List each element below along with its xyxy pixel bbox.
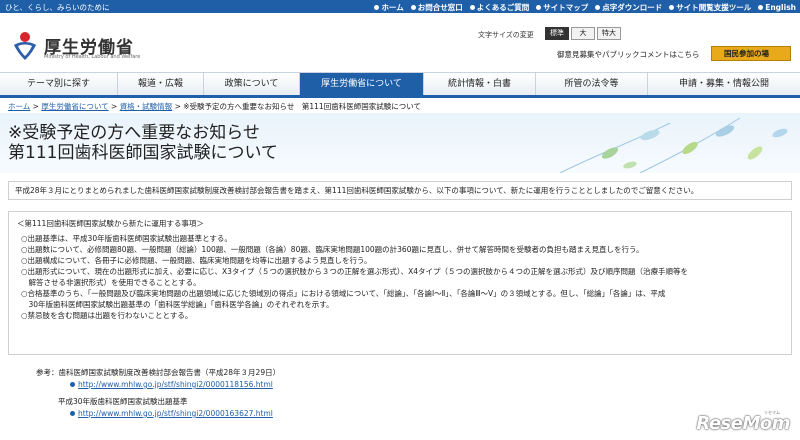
- bullet-icon: [536, 5, 542, 10]
- site-tagline: ひと、くらし、みらいのために: [5, 3, 110, 12]
- list-item: 30年版歯科医師国家試験出題基準の「歯科医学総論」「歯科医学各論」のそれぞれを示…: [21, 300, 334, 309]
- text-size-controls: 標準 大 特大: [545, 27, 621, 40]
- faq-link[interactable]: よくあるご質問: [469, 2, 529, 13]
- link-bullet-icon: [70, 382, 75, 387]
- notice-box-title: ＜第111回歯科医師国家試験から新たに運用する事項＞: [17, 219, 204, 228]
- global-nav: テーマ別に探す 報道・広報 政策について 厚生労働省について 統計情報・白書 所…: [0, 72, 800, 98]
- list-item: ○合格基準のうち、「一般問題及び臨床実地問題の出題領域に応じた領域別の得点」にお…: [21, 289, 666, 298]
- braille-download-link[interactable]: 点字ダウンロード: [595, 2, 662, 13]
- reference-link-1[interactable]: http://www.mhlw.go.jp/stf/shingi2/000011…: [70, 379, 280, 390]
- logo-subtitle: Ministry of Health, Labour and Welfare: [44, 54, 141, 60]
- text-size-label: 文字サイズの変更: [478, 31, 534, 39]
- references: 参考：歯科医師国家試験制度改善検討部会報告書（平成28年３月29日） http:…: [36, 367, 280, 425]
- nav-item-about[interactable]: 厚生労働省について: [300, 73, 424, 95]
- link-bullet-icon: [70, 411, 75, 416]
- bullet-icon: [469, 5, 475, 10]
- public-comment-link[interactable]: 御意見募集やパブリックコメントはこちら: [557, 49, 700, 60]
- resemom-watermark: ReseMom: [696, 413, 790, 434]
- list-item: 解答させる非選択形式）を使用できることとする。: [21, 278, 201, 287]
- breadcrumb-qualifications[interactable]: 資格・試験情報: [120, 102, 173, 111]
- english-link[interactable]: English: [758, 2, 796, 13]
- sitemap-link[interactable]: サイトマップ: [536, 2, 588, 13]
- site-header: 厚生労働省 Ministry of Health, Labour and Wel…: [0, 13, 800, 71]
- reference-label-2: 平成30年版歯科医師国家試験出題基準: [58, 397, 188, 406]
- nav-item-press[interactable]: 報道・広報: [118, 73, 204, 95]
- size-xlarge-button[interactable]: 特大: [597, 27, 621, 40]
- utility-bar: ひと、くらし、みらいのために ホーム お問合せ窓口 よくあるご質問 サイトマップ…: [0, 0, 800, 13]
- size-large-button[interactable]: 大: [571, 27, 595, 40]
- contact-link[interactable]: お問合せ窓口: [410, 2, 463, 13]
- notice-list: ○出題基準は、平成30年版歯科医師国家試験出題基準とする。 ○出題数について、必…: [17, 233, 783, 321]
- nav-item-policy[interactable]: 政策について: [204, 73, 300, 95]
- breadcrumb-current: ※受験予定の方へ重要なお知らせ 第111回歯科医師国家試験について: [183, 102, 421, 111]
- accessibility-tool-link[interactable]: サイト閲覧支援ツール: [669, 2, 751, 13]
- bullet-icon: [374, 5, 380, 10]
- list-item: ○禁忌肢を含む問題は出題を行わないこととする。: [21, 311, 193, 320]
- bullet-icon: [410, 5, 416, 10]
- leaf-decoration-icon: [559, 117, 788, 173]
- page-hero: ※受験予定の方へ重要なお知らせ 第111回歯科医師国家試験について: [0, 113, 800, 173]
- bullet-icon: [669, 5, 675, 10]
- notice-box: ＜第111回歯科医師国家試験から新たに運用する事項＞ ○出題基準は、平成30年版…: [8, 211, 792, 355]
- nav-item-applications[interactable]: 申請・募集・情報公開: [648, 73, 800, 95]
- nav-item-laws[interactable]: 所管の法令等: [536, 73, 648, 95]
- list-item: ○出題構成について、各冊子に必修問題、一般問題、臨床実地問題を均等に出題するよう…: [21, 256, 372, 265]
- breadcrumb-about[interactable]: 厚生労働省について: [41, 102, 108, 111]
- nav-item-statistics[interactable]: 統計情報・白書: [424, 73, 536, 95]
- list-item: ○出題形式について、現在の出題形式に加え、必要に応じ、X3タイプ（５つの選択肢か…: [21, 267, 689, 276]
- utility-links: ホーム お問合せ窓口 よくあるご質問 サイトマップ 点字ダウンロード サイト閲覧…: [374, 2, 796, 13]
- breadcrumb-home[interactable]: ホーム: [8, 102, 30, 111]
- size-standard-button[interactable]: 標準: [545, 27, 569, 40]
- home-link[interactable]: ホーム: [374, 2, 404, 13]
- list-item: ○出題数について、必修問題80題、一般問題（総論）100題、一般問題（各論）80…: [21, 245, 644, 254]
- reference-link-2[interactable]: http://www.mhlw.go.jp/stf/shingi2/000016…: [70, 408, 280, 419]
- ministry-logo-icon[interactable]: [12, 31, 38, 61]
- bullet-icon: [595, 5, 601, 10]
- list-item: ○出題基準は、平成30年版歯科医師国家試験出題基準とする。: [21, 234, 232, 243]
- lead-paragraph: 平成28年３月にとりまとめられました歯科医師国家試験制度改善検討部会報告書を踏ま…: [8, 181, 792, 200]
- page-title: ※受験予定の方へ重要なお知らせ 第111回歯科医師国家試験について: [8, 123, 278, 163]
- bullet-icon: [758, 5, 764, 10]
- reference-label-1: 参考：歯科医師国家試験制度改善検討部会報告書（平成28年３月29日）: [36, 368, 281, 377]
- nav-item-themes[interactable]: テーマ別に探す: [0, 73, 118, 95]
- public-participation-button[interactable]: 国民参加の場: [711, 46, 791, 61]
- breadcrumb: ホーム > 厚生労働省について > 資格・試験情報 > ※受験予定の方へ重要なお…: [8, 102, 421, 111]
